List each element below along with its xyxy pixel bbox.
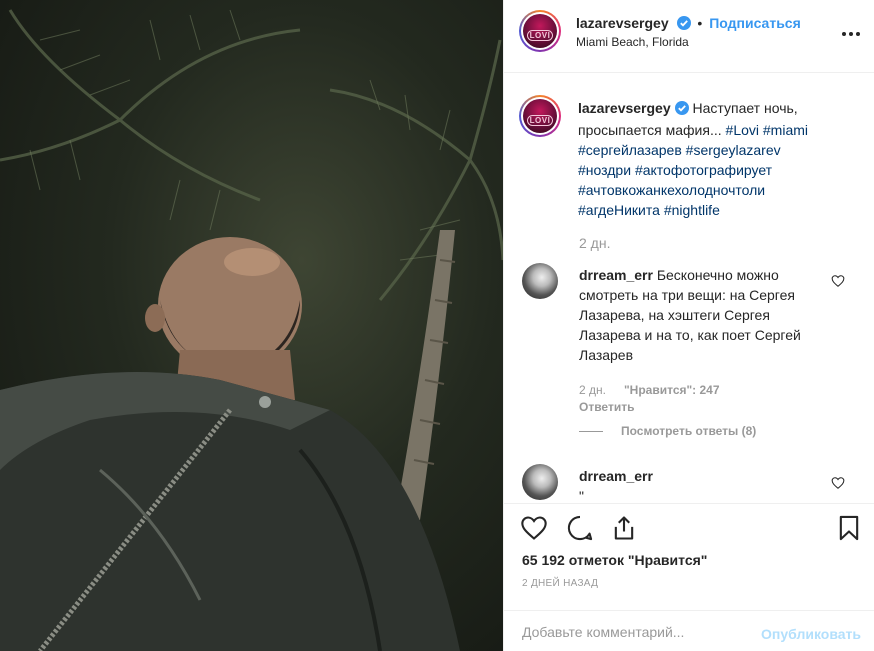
reply-button[interactable]: Ответить — [579, 400, 634, 414]
replies-divider-line — [579, 431, 603, 433]
photo-illustration — [0, 9, 503, 651]
verified-badge-icon — [676, 16, 691, 33]
caption-avatar-logo-text: LOVI — [526, 115, 554, 126]
commenter-avatar[interactable] — [522, 263, 558, 299]
more-options-icon[interactable] — [841, 24, 861, 44]
follow-button[interactable]: Подписаться — [709, 15, 801, 31]
comment-meta: 2 дн. "Нравится": 247 — [579, 383, 720, 397]
verified-badge-icon — [674, 100, 689, 120]
publish-button[interactable]: Опубликовать — [761, 626, 861, 642]
commenter-avatar[interactable] — [522, 464, 558, 500]
comment-like-heart-icon[interactable] — [831, 274, 845, 288]
post-likes-count[interactable]: 65 192 отметок "Нравится" — [522, 552, 707, 568]
caption-avatar[interactable]: LOVI — [519, 95, 561, 137]
post-header: LOVI lazarevsergey • Подписаться Miami B… — [504, 0, 874, 73]
author-username[interactable]: lazarevsergey — [576, 15, 669, 31]
caption-time: 2 дн. — [579, 235, 611, 251]
hashtag-link[interactable]: #nightlife — [664, 202, 720, 218]
caption-username[interactable]: lazarevsergey — [578, 100, 671, 116]
commenter-username[interactable]: drream_err — [579, 468, 653, 484]
comment-like-heart-icon[interactable] — [831, 476, 845, 490]
post-timestamp[interactable]: 2 ДНЕЙ НАЗАД — [522, 578, 598, 589]
commenter-username[interactable]: drream_err — [579, 267, 653, 283]
heart-icon[interactable] — [520, 514, 548, 542]
comment-text: drream_err " — [579, 466, 819, 503]
comment-likes[interactable]: "Нравится": 247 — [624, 383, 720, 397]
hashtag-link[interactable]: #ачтовкожанкехолодночтоли — [578, 182, 765, 198]
share-icon[interactable] — [610, 514, 638, 542]
comments-list[interactable]: LOVI lazarevsergey Наступает ночь, просы… — [504, 73, 874, 503]
hashtag-link[interactable]: #агдеНикита — [578, 202, 660, 218]
hashtag-link[interactable]: #Lovi — [726, 122, 759, 138]
view-replies-button[interactable]: Посмотреть ответы (8) — [579, 424, 756, 438]
hashtag-link[interactable]: #sergeylazarev — [686, 142, 781, 158]
avatar-logo-text: LOVI — [526, 30, 554, 41]
hashtag-link[interactable]: #актофотографирует — [635, 162, 772, 178]
comment-body: " — [579, 488, 584, 503]
post-location[interactable]: Miami Beach, Florida — [576, 35, 689, 49]
hashtag-link[interactable]: #ноздри — [578, 162, 631, 178]
comment-icon[interactable] — [566, 514, 594, 542]
author-avatar[interactable]: LOVI — [519, 10, 561, 52]
add-comment-bar: Опубликовать — [504, 610, 874, 651]
comment-input[interactable] — [522, 624, 742, 640]
view-replies-label: Посмотреть ответы (8) — [621, 424, 757, 438]
header-user-line: lazarevsergey • Подписаться — [576, 15, 801, 33]
hashtag-link[interactable]: #сергейлазарев — [578, 142, 682, 158]
post-photo[interactable] — [0, 0, 503, 651]
post-actions: 65 192 отметок "Нравится" 2 ДНЕЙ НАЗАД — [504, 503, 874, 621]
header-separator: • — [697, 15, 703, 31]
comment-time: 2 дн. — [579, 383, 606, 397]
post-details-panel: LOVI lazarevsergey • Подписаться Miami B… — [503, 0, 874, 651]
comment-text: drream_err Бесконечно можно смотреть на … — [579, 265, 819, 365]
hashtag-link[interactable]: #miami — [763, 122, 808, 138]
bookmark-icon[interactable] — [835, 514, 863, 542]
caption-text: lazarevsergey Наступает ночь, просыпаетс… — [578, 98, 848, 220]
